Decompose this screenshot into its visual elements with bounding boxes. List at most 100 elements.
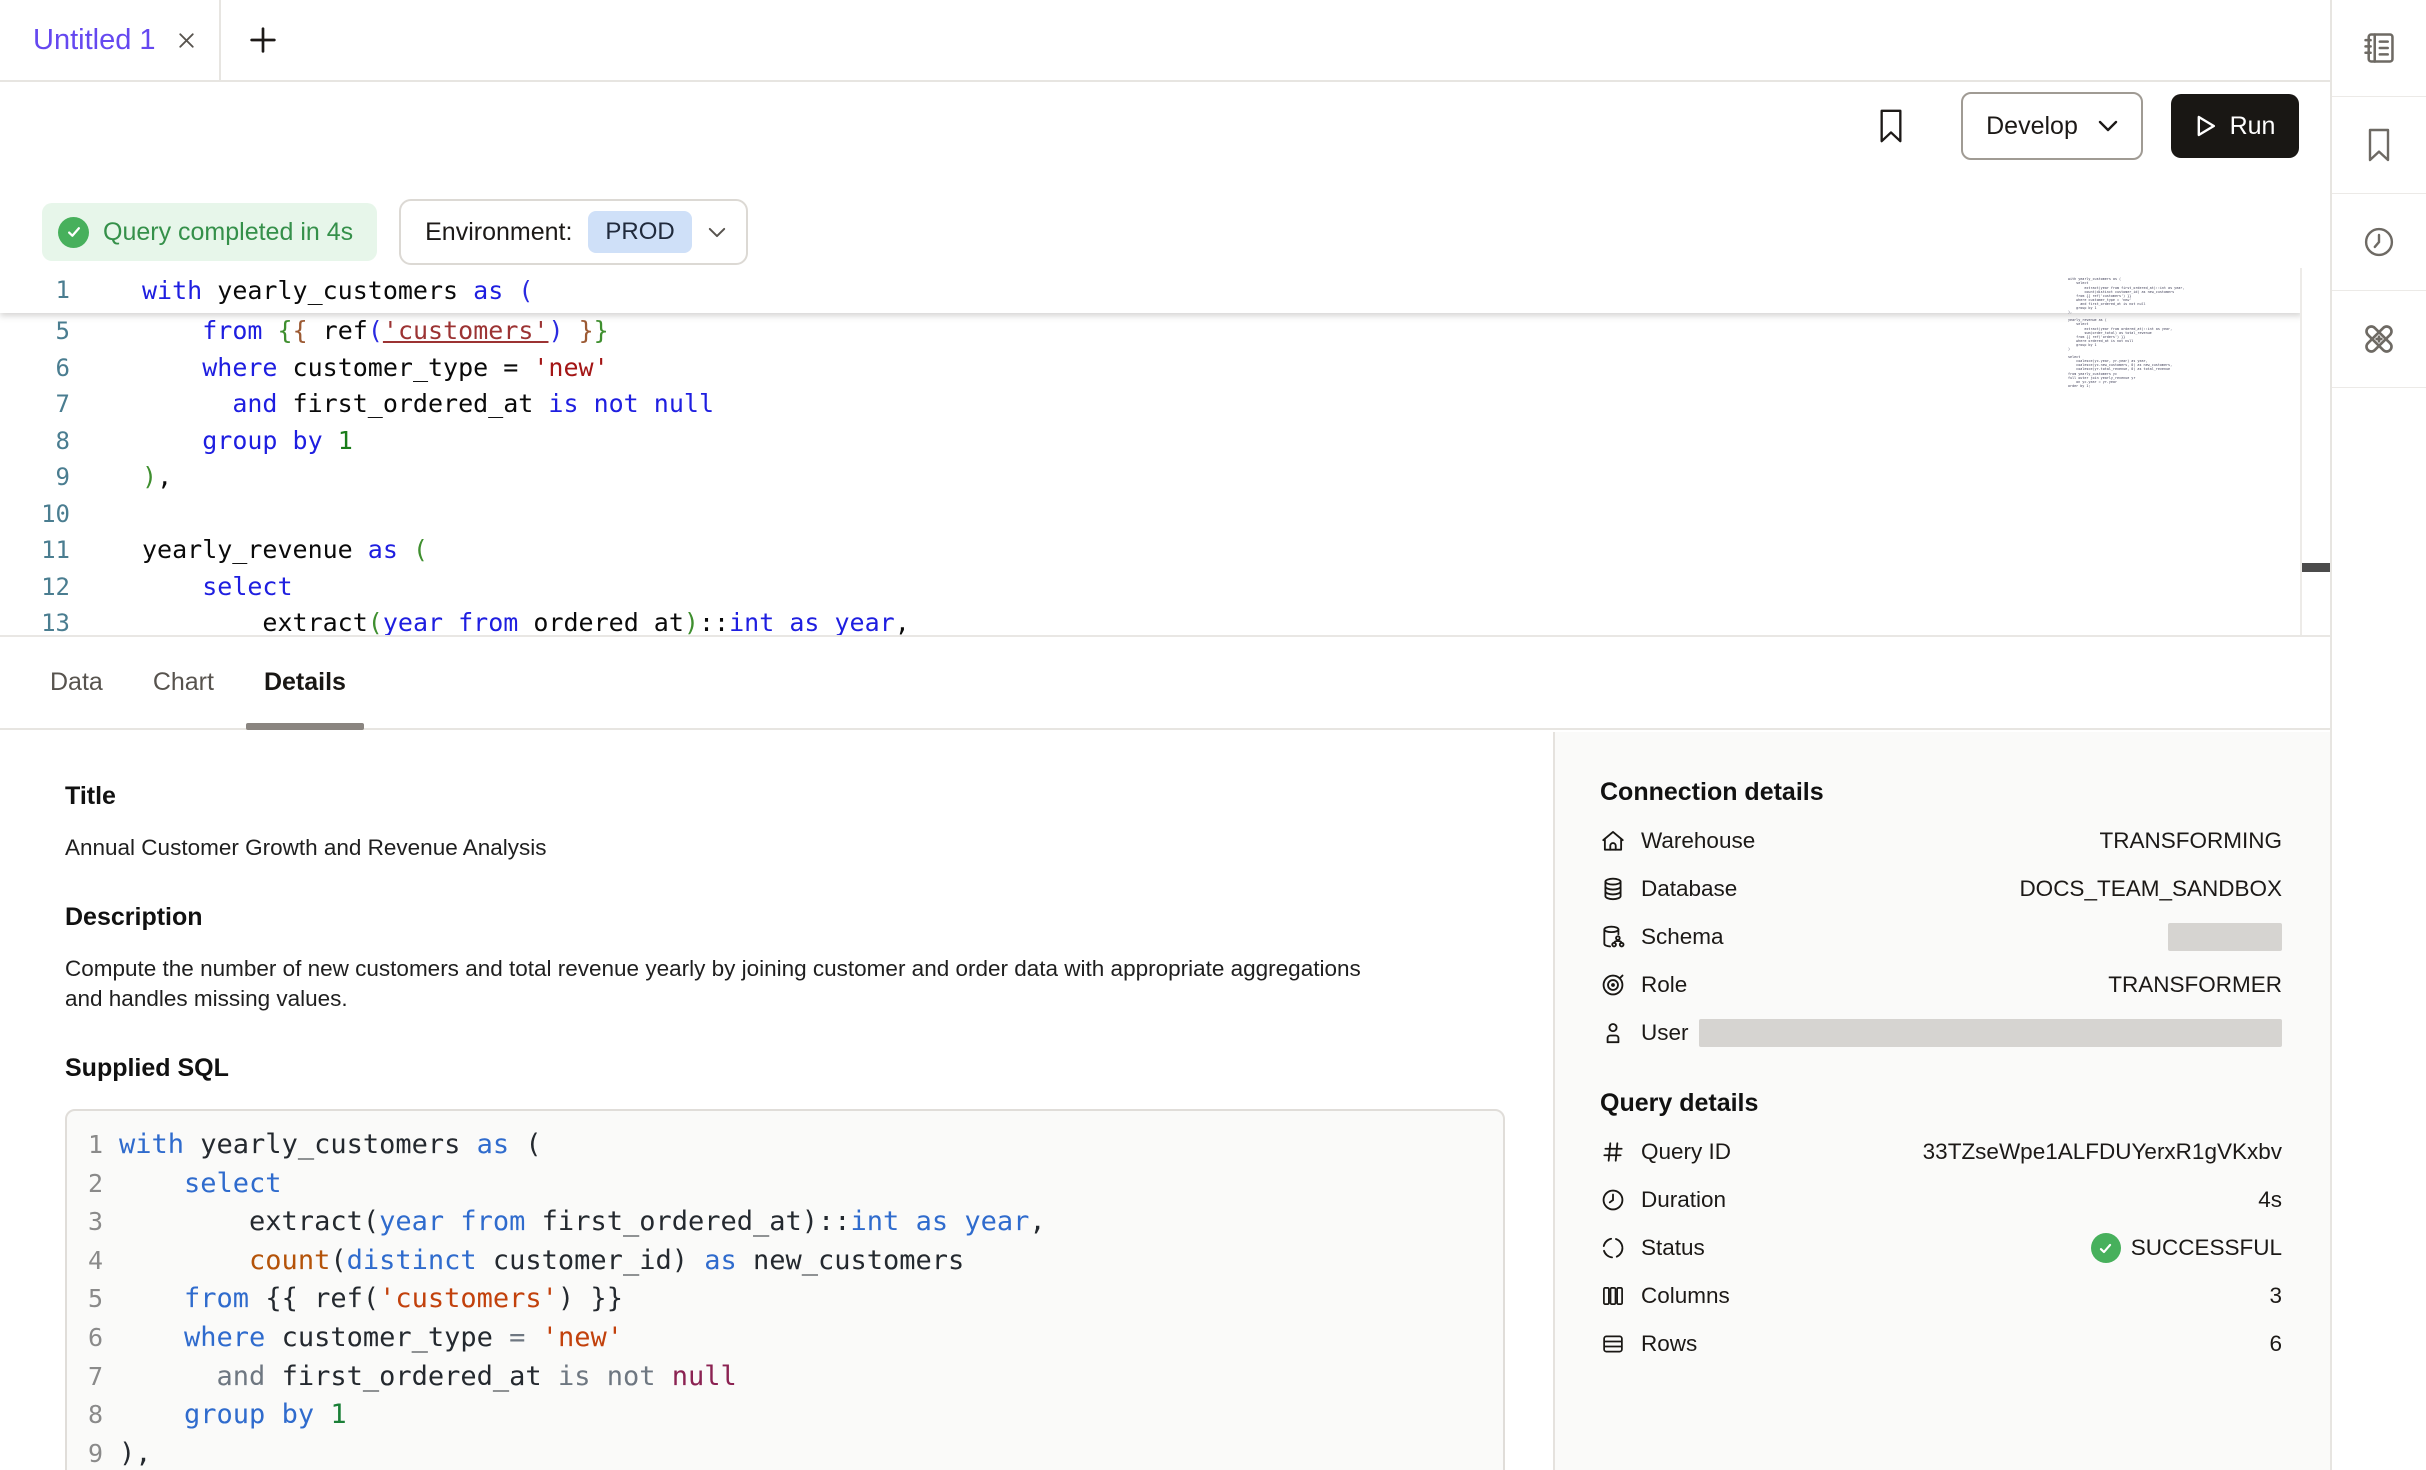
line-number: 3 [67, 1203, 103, 1242]
detail-row-status: Status SUCCESSFUL [1600, 1224, 2282, 1272]
query-status-pill: Query completed in 4s [42, 203, 377, 261]
detail-label: Status [1641, 1235, 1705, 1261]
detail-label: Warehouse [1641, 828, 1755, 854]
spinner-icon [1600, 1234, 1628, 1262]
line-code: select [142, 569, 293, 606]
close-icon[interactable] [174, 28, 199, 53]
code-line: 12 select [0, 569, 2330, 606]
detail-row-role: RoleTRANSFORMER [1600, 961, 2282, 1009]
description-heading: Description [65, 903, 1553, 932]
line-number: 2 [67, 1165, 103, 1204]
develop-dropdown-button[interactable]: Develop [1961, 92, 2143, 160]
connection-details-heading: Connection details [1600, 778, 2282, 807]
run-label: Run [2230, 112, 2276, 141]
new-tab-plus-icon[interactable] [241, 18, 285, 62]
environment-badge: PROD [588, 211, 691, 253]
environment-select[interactable]: Environment: PROD [399, 199, 748, 265]
code-line: 2 select [67, 1165, 1503, 1204]
editor-scrollbar-thumb[interactable] [2302, 563, 2330, 572]
detail-row-warehouse: Warehouse TRANSFORMING [1600, 817, 2282, 865]
environment-label: Environment: [425, 218, 572, 247]
warehouse-icon [1600, 827, 1628, 855]
supplied-sql-code-block: 1with yearly_customers as (2 select3 ext… [65, 1109, 1505, 1470]
tab-chart[interactable]: Chart [135, 637, 232, 728]
line-code: where customer_type = 'new' [119, 1319, 623, 1358]
line-number: 9 [0, 459, 70, 496]
detail-label: User [1641, 1020, 1689, 1046]
line-code: with yearly_customers as ( [142, 268, 533, 313]
line-number: 6 [67, 1319, 103, 1358]
detail-row-duration: Duration 4s [1600, 1176, 2282, 1224]
tab-label: Untitled 1 [33, 24, 156, 57]
line-number: 1 [0, 268, 70, 313]
bookmark-icon [2363, 127, 2395, 163]
line-code: with yearly_customers as ( [119, 1126, 542, 1165]
connection-details-rows: Warehouse TRANSFORMING DatabaseDOCS_TEAM_S… [1600, 817, 2282, 1057]
detail-row-columns: Columns3 [1600, 1272, 2282, 1320]
code-line: 5 from {{ ref('customers') }} [0, 313, 2330, 350]
query-status-text: Query completed in 4s [103, 218, 353, 247]
columns-icon [1600, 1282, 1628, 1310]
line-code: extract(year from ordered_at)::int as ye… [142, 605, 910, 637]
code-line: 4 count(distinct customer_id) as new_cus… [67, 1242, 1503, 1281]
line-code: ), [119, 1435, 152, 1470]
line-number: 5 [0, 313, 70, 350]
sidebar-button-notebook-list[interactable] [2332, 0, 2426, 97]
user-icon [1600, 1019, 1628, 1047]
editor-minimap[interactable]: with yearly_customers as ( select extrac… [2068, 277, 2190, 407]
line-number: 10 [0, 496, 70, 533]
code-line: 7 and first_ordered_at is not null [67, 1358, 1503, 1397]
line-code: from {{ ref('customers') }} [142, 313, 609, 350]
line-number: 12 [0, 569, 70, 606]
line-code: where customer_type = 'new' [142, 350, 609, 387]
detail-value: SUCCESSFUL [2091, 1233, 2282, 1263]
schema-icon [1600, 923, 1628, 951]
history-clock-icon [2361, 224, 2397, 260]
detail-label: Role [1641, 972, 1687, 998]
right-sidebar [2330, 0, 2426, 1470]
detail-label: Schema [1641, 924, 1724, 950]
line-code: ), [142, 459, 172, 496]
check-circle-icon [58, 217, 89, 248]
code-line: 6 where customer_type = 'new' [0, 350, 2330, 387]
detail-label: Columns [1641, 1283, 1730, 1309]
sql-editor[interactable]: 1 with yearly_customers as ( 5 from {{ re… [0, 268, 2330, 637]
sidebar-button-bookmark[interactable] [2332, 97, 2426, 194]
code-line: 7 and first_ordered_at is not null [0, 386, 2330, 423]
tab-details[interactable]: Details [246, 637, 364, 728]
line-code: and first_ordered_at is not null [142, 386, 714, 423]
hash-icon [1600, 1138, 1628, 1166]
detail-value: 4s [2258, 1187, 2282, 1213]
detail-label: Rows [1641, 1331, 1697, 1357]
title-value: Annual Customer Growth and Revenue Analy… [65, 833, 1553, 863]
code-line: 8 group by 1 [67, 1396, 1503, 1435]
details-panel: Title Annual Customer Growth and Revenue… [0, 732, 2330, 1470]
bookmark-icon[interactable] [1877, 108, 1905, 144]
code-line: 3 extract(year from first_ordered_at)::i… [67, 1203, 1503, 1242]
detail-row-rows: Rows6 [1600, 1320, 2282, 1368]
code-line: 1with yearly_customers as ( [67, 1126, 1503, 1165]
line-number: 8 [0, 423, 70, 460]
description-value: Compute the number of new customers and … [65, 954, 1395, 1014]
sidebar-button-history-clock[interactable] [2332, 194, 2426, 291]
notebook-list-icon [2360, 29, 2398, 67]
run-button[interactable]: Run [2171, 94, 2299, 158]
sidebar-button-copilot-sparkle[interactable] [2332, 291, 2426, 388]
detail-label: Duration [1641, 1187, 1726, 1213]
line-code: extract(year from first_ordered_at)::int… [119, 1203, 1046, 1242]
database-icon [1600, 875, 1628, 903]
details-sidebar: Connection details Warehouse TRANSFORMING… [1553, 732, 2330, 1470]
detail-row-database: DatabaseDOCS_TEAM_SANDBOX [1600, 865, 2282, 913]
sql-ide-app: Untitled 1 Develop Run [0, 0, 2426, 1470]
tab-untitled-1[interactable]: Untitled 1 [0, 0, 221, 80]
status-row: Query completed in 4s Environment: PROD [0, 200, 2330, 264]
detail-value: 33TZseWpe1ALFDUYerxR1gVKxbv [1923, 1139, 2282, 1165]
detail-value: TRANSFORMING [2100, 828, 2283, 854]
role-icon [1600, 971, 1628, 999]
tab-data[interactable]: Data [32, 637, 121, 728]
line-number: 9 [67, 1435, 103, 1470]
main-area: Untitled 1 Develop Run [0, 0, 2330, 1470]
editor-scrollbar[interactable] [2300, 268, 2330, 635]
line-number: 11 [0, 532, 70, 569]
detail-label: Query ID [1641, 1139, 1731, 1165]
